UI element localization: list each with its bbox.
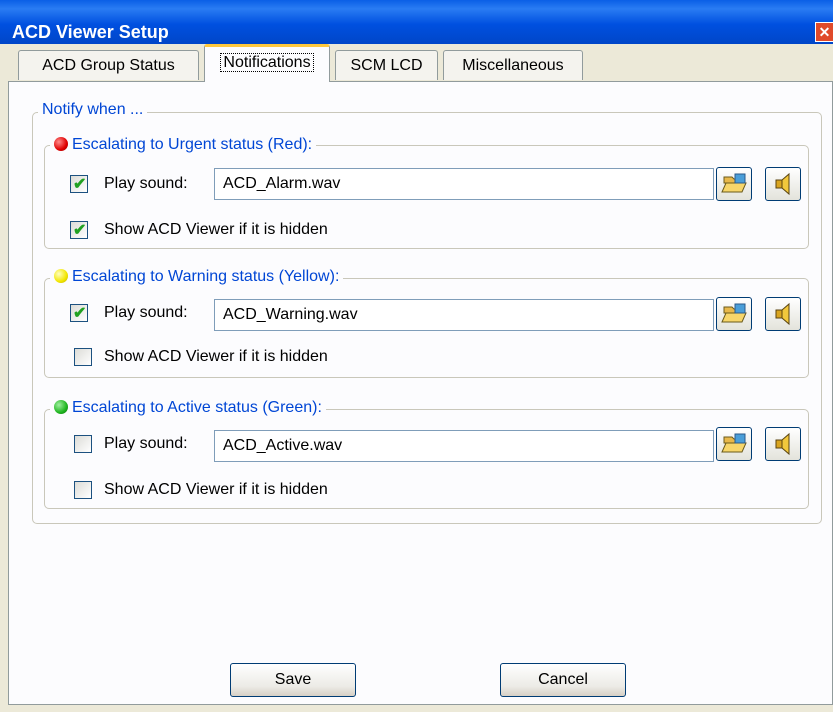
warning-browse-button[interactable]	[716, 297, 752, 331]
notify-when-legend: Notify when ...	[38, 101, 148, 119]
warning-sound-file-input[interactable]: ACD_Warning.wav	[214, 299, 714, 331]
urgent-legend-text: Escalating to Urgent status (Red):	[72, 136, 313, 153]
tab-miscellaneous[interactable]: Miscellaneous	[443, 50, 583, 80]
red-status-icon	[54, 137, 68, 151]
speaker-icon	[775, 432, 790, 456]
warning-play-button[interactable]	[765, 297, 801, 331]
check-mark-icon: ✔	[73, 176, 87, 193]
cancel-button[interactable]: Cancel	[500, 663, 626, 697]
tab-notifications-label: Notifications	[220, 53, 314, 72]
yellow-status-icon	[54, 269, 68, 283]
active-play-sound-checkbox[interactable]	[74, 435, 92, 453]
urgent-legend: Escalating to Urgent status (Red):	[50, 136, 317, 154]
urgent-show-viewer-label: Show ACD Viewer if it is hidden	[104, 221, 328, 238]
warning-play-sound-label: Play sound:	[104, 304, 188, 321]
urgent-play-sound-label: Play sound:	[104, 175, 188, 192]
urgent-play-sound-checkbox[interactable]: ✔	[70, 175, 88, 193]
active-sound-file-input[interactable]: ACD_Active.wav	[214, 430, 714, 462]
check-mark-icon: ✔	[73, 222, 87, 239]
warning-show-viewer-label: Show ACD Viewer if it is hidden	[104, 348, 328, 365]
warning-legend-text: Escalating to Warning status (Yellow):	[72, 268, 340, 285]
urgent-show-viewer-checkbox[interactable]: ✔	[70, 221, 88, 239]
warning-legend: Escalating to Warning status (Yellow):	[50, 268, 344, 286]
check-mark-icon: ✔	[73, 305, 87, 322]
title-bar[interactable]: ACD Viewer Setup ✕	[0, 0, 833, 44]
folder-open-icon	[721, 303, 747, 323]
warning-show-viewer-checkbox[interactable]	[74, 348, 92, 366]
folder-open-icon	[721, 433, 747, 453]
active-show-viewer-checkbox[interactable]	[74, 481, 92, 499]
save-button[interactable]: Save	[230, 663, 356, 697]
active-show-viewer-label: Show ACD Viewer if it is hidden	[104, 481, 328, 498]
green-status-icon	[54, 400, 68, 414]
active-legend: Escalating to Active status (Green):	[50, 399, 326, 417]
speaker-icon	[775, 302, 790, 326]
active-play-sound-label: Play sound:	[104, 435, 188, 452]
urgent-sound-file-input[interactable]: ACD_Alarm.wav	[214, 168, 714, 200]
close-icon[interactable]: ✕	[815, 22, 833, 42]
urgent-play-button[interactable]	[765, 167, 801, 201]
window-title: ACD Viewer Setup	[12, 22, 169, 42]
active-legend-text: Escalating to Active status (Green):	[72, 399, 322, 416]
folder-open-icon	[721, 173, 747, 193]
warning-play-sound-checkbox[interactable]: ✔	[70, 304, 88, 322]
tab-acd-group-status[interactable]: ACD Group Status	[18, 50, 199, 80]
active-play-button[interactable]	[765, 427, 801, 461]
tab-scm-lcd[interactable]: SCM LCD	[335, 50, 438, 80]
speaker-icon	[775, 172, 790, 196]
setup-window: ACD Viewer Setup ✕ ACD Group Status Noti…	[0, 0, 833, 712]
tab-notifications[interactable]: Notifications	[204, 44, 330, 82]
urgent-browse-button[interactable]	[716, 167, 752, 201]
active-browse-button[interactable]	[716, 427, 752, 461]
